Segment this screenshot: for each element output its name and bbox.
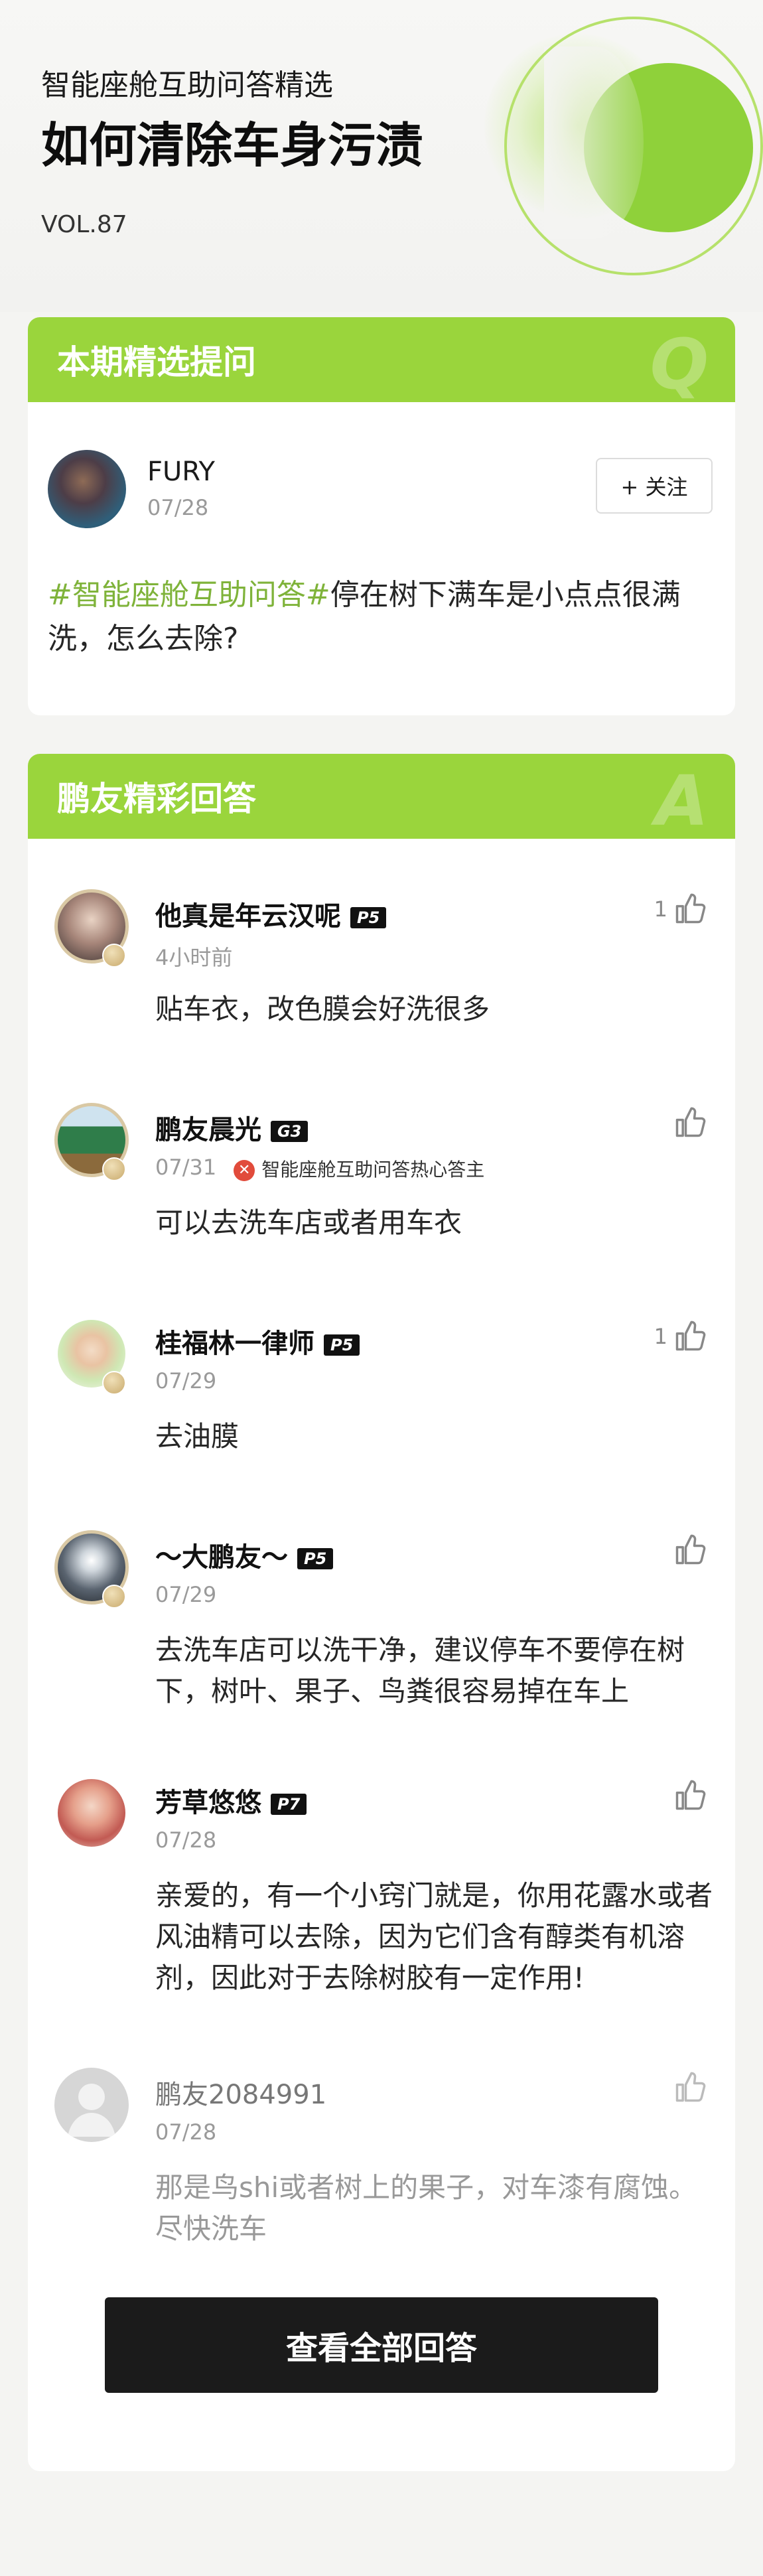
answers-card: 鹏友精彩回答 A 他真是年云汉呢 P5 4小时前 贴车衣，改色膜会好洗很多 1 鹏… xyxy=(28,754,735,2471)
medal-badge-icon xyxy=(102,1585,126,1609)
answer-date: 4小时前 xyxy=(155,945,233,970)
level-badge: P5 xyxy=(324,1334,360,1356)
level-badge: G3 xyxy=(271,1121,309,1142)
answer-date: 07/29 xyxy=(155,1368,217,1394)
answer-item: 鹏友2084991 07/28 那是鸟shi或者树上的果子，对车漆有腐蚀。尽快洗… xyxy=(28,2068,735,2267)
answerer-name[interactable]: 桂福林一律师 P5 xyxy=(155,1322,360,1360)
answer-text: 贴车衣，改色膜会好洗很多 xyxy=(155,993,490,1025)
asker-name[interactable]: FURY xyxy=(147,457,215,487)
answerer-name[interactable]: 鹏友晨光 G3 xyxy=(155,1108,309,1147)
like-button[interactable] xyxy=(667,1103,707,1143)
question-text: #智能座舱互助问答#停在树下满车是小点点很满洗，怎么去除? xyxy=(48,573,718,661)
level-badge: P5 xyxy=(297,1548,334,1569)
answer-date: 07/28 xyxy=(155,2119,217,2145)
volume-number: VOL.87 xyxy=(41,211,127,238)
answer-text: 那是鸟shi或者树上的果子，对车漆有腐蚀。尽快洗车 xyxy=(155,2171,697,2245)
topic-tag-link[interactable]: #智能座舱互助问答# xyxy=(48,578,330,612)
like-button[interactable] xyxy=(667,1776,707,1816)
medal-badge-icon xyxy=(102,1371,126,1395)
answerer-name[interactable]: 鹏友2084991 xyxy=(155,2073,326,2111)
answer-item: 鹏友晨光 G3 07/31 ✕ 智能座舱互助问答热心答主 可以去洗车店或者用车衣 xyxy=(28,1103,735,1275)
thumbs-up-icon xyxy=(675,893,706,924)
like-button[interactable] xyxy=(667,1530,707,1570)
decorative-graphic xyxy=(458,7,763,312)
question-date: 07/28 xyxy=(147,495,209,520)
page-title: 如何清除车身污渍 xyxy=(41,117,424,173)
avatar[interactable] xyxy=(54,2068,129,2142)
follow-button[interactable]: + 关注 xyxy=(596,458,713,514)
hero-subtitle: 智能座舱互助问答精选 xyxy=(41,68,333,102)
default-avatar-icon xyxy=(68,2084,115,2137)
answer-text: 去油膜 xyxy=(155,1420,240,1453)
question-section-title: 本期精选提问 xyxy=(57,343,256,382)
q-mark: Q xyxy=(650,324,709,405)
like-count: 1 xyxy=(654,896,667,922)
thumbs-up-icon xyxy=(675,1107,706,1137)
thumbs-up-icon xyxy=(675,1780,706,1810)
hot-badge-icon: ✕ xyxy=(234,1160,255,1181)
answer-text: 可以去洗车店或者用车衣 xyxy=(155,1206,462,1239)
answer-text: 去洗车店可以洗干净，建议停车不要停在树下，树叶、果子、鸟粪很容易掉在车上 xyxy=(155,1634,685,1707)
asker-avatar[interactable] xyxy=(48,450,126,528)
answer-item: ～大鹏友～ P5 07/29 去洗车店可以洗干净，建议停车不要停在树下，树叶、果子… xyxy=(28,1530,735,1743)
avatar[interactable] xyxy=(54,1776,129,1850)
like-button[interactable] xyxy=(673,2068,707,2108)
hero-banner: 智能座舱互助问答精选 如何清除车身污渍 VOL.87 xyxy=(0,0,763,312)
level-badge: P5 xyxy=(350,907,387,928)
answerer-name[interactable]: 他真是年云汉呢 P5 xyxy=(155,894,387,933)
medal-badge-icon xyxy=(102,944,126,967)
like-button[interactable]: 1 xyxy=(654,889,707,929)
question-card: 本期精选提问 Q FURY 07/28 + 关注 #智能座舱互助问答#停在树下满… xyxy=(28,317,735,715)
medal-badge-icon xyxy=(102,1157,126,1181)
answerer-name[interactable]: ～大鹏友～ P5 xyxy=(155,1536,334,1574)
answer-item: 桂福林一律师 P5 07/29 去油膜 1 xyxy=(28,1317,735,1489)
hot-answerer-badge: ✕ 智能座舱互助问答热心答主 xyxy=(234,1155,484,1182)
answer-date: 07/31 ✕ 智能座舱互助问答热心答主 xyxy=(155,1155,485,1182)
thumbs-up-icon xyxy=(675,2072,706,2102)
thumbs-up-icon xyxy=(675,1534,706,1565)
question-card-header: 本期精选提问 Q xyxy=(28,317,735,405)
answers-card-header: 鹏友精彩回答 A xyxy=(28,754,735,841)
a-mark: A xyxy=(655,760,709,841)
thumbs-up-icon xyxy=(675,1321,706,1351)
answer-item: 芳草悠悠 P7 07/28 亲爱的，有一个小窍门就是，你用花露水或者风油精可以去除… xyxy=(28,1776,735,2041)
answer-text: 亲爱的，有一个小窍门就是，你用花露水或者风油精可以去除，因为它们含有醇类有机溶剂… xyxy=(155,1879,713,1994)
like-button[interactable]: 1 xyxy=(654,1317,707,1356)
like-count: 1 xyxy=(654,1324,667,1349)
answer-item: 他真是年云汉呢 P5 4小时前 贴车衣，改色膜会好洗很多 1 xyxy=(28,889,735,1062)
answers-section-title: 鹏友精彩回答 xyxy=(57,780,256,818)
view-all-answers-button[interactable]: 查看全部回答 xyxy=(105,2297,658,2393)
level-badge: P7 xyxy=(271,1794,307,1815)
answer-date: 07/28 xyxy=(155,1827,217,1853)
answer-date: 07/29 xyxy=(155,1582,217,1607)
answerer-name[interactable]: 芳草悠悠 P7 xyxy=(155,1781,307,1820)
